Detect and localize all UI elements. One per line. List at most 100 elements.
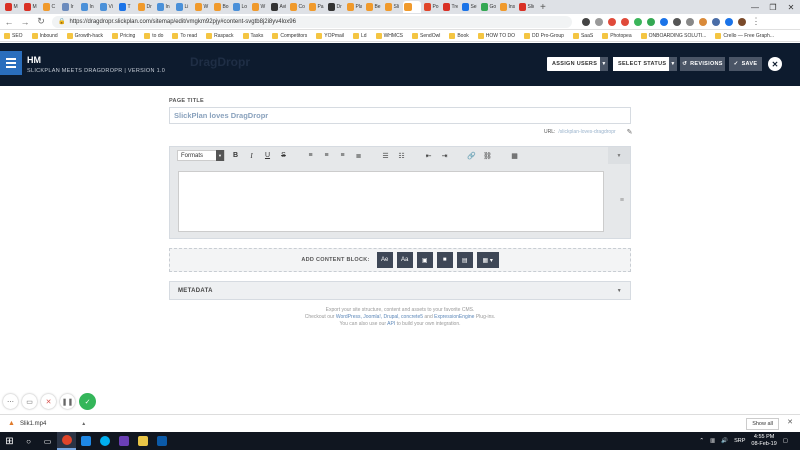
browser-tab[interactable]: Ins [499, 1, 516, 13]
browser-tab[interactable]: M [4, 1, 21, 13]
browser-tab[interactable]: Sli [384, 1, 401, 13]
camera-extension-icon[interactable] [582, 17, 590, 26]
bookmark-item[interactable]: ONBOARDING SOLUTI... [640, 32, 706, 39]
browser-tab[interactable]: Slic [518, 1, 535, 13]
taskbar-skype-icon[interactable] [95, 432, 114, 450]
bookmark-item[interactable]: Competitors [272, 32, 307, 39]
volume-icon[interactable]: 🔊 [721, 438, 728, 444]
bookmark-item[interactable]: Tasks [242, 32, 263, 39]
close-icon[interactable]: ✕ [787, 418, 793, 426]
extension-icon[interactable] [673, 17, 681, 26]
taskbar-app-icon[interactable] [114, 432, 133, 450]
browser-tab[interactable]: Dr [327, 1, 344, 13]
browser-tab[interactable]: W [194, 1, 211, 13]
browser-tab[interactable] [403, 1, 421, 13]
browser-tab[interactable]: T [118, 1, 135, 13]
finish-recording-icon[interactable]: ✓ [79, 393, 96, 410]
bookmark-item[interactable]: Raspack [206, 32, 234, 39]
text-block-icon[interactable]: Ae [376, 252, 393, 268]
bookmark-item[interactable]: Pricing [111, 32, 135, 39]
browser-tab[interactable]: Lo [232, 1, 249, 13]
download-file-name[interactable]: Slik1.mp4 [20, 421, 46, 427]
edit-url-icon[interactable]: ✎ [627, 128, 633, 136]
windows-start-icon[interactable]: ⊞ [0, 432, 19, 450]
file-block-icon[interactable]: ▤ [456, 252, 473, 268]
strikethrough-icon[interactable]: S [278, 152, 289, 159]
align-right-icon[interactable]: ≡ [337, 152, 348, 159]
collapse-toolbar-button[interactable]: ▼ [608, 147, 630, 164]
browser-tab[interactable]: Dr [137, 1, 154, 13]
taskbar-app-icon[interactable] [76, 432, 95, 450]
show-all-button[interactable]: Show all [746, 418, 779, 430]
chevron-up-icon[interactable]: ▲ [81, 421, 86, 427]
browser-tab[interactable]: Li [175, 1, 192, 13]
extension-icon[interactable] [621, 17, 629, 26]
bookmark-item[interactable]: SaaS [572, 32, 593, 39]
taskbar-photos-icon[interactable] [152, 432, 171, 450]
formats-dropdown[interactable]: Formats ▼ [177, 150, 225, 161]
page-title-input[interactable]: SlickPlan loves DragDropr [169, 107, 631, 124]
drag-handle-icon[interactable]: ≡ [620, 197, 624, 204]
bookmark-item[interactable]: to do [144, 32, 163, 39]
taskbar-app-icon[interactable] [133, 432, 152, 450]
task-view-icon[interactable]: ▭ [38, 432, 57, 450]
bookmark-item[interactable]: Crello — Free Graph... [715, 32, 774, 39]
url-value[interactable]: /slickplan-loves-dragdropr [558, 129, 615, 135]
video-block-icon[interactable]: ■ [436, 252, 453, 268]
close-editor-button[interactable]: ✕ [768, 57, 782, 71]
extension-icon[interactable] [647, 17, 655, 26]
star-icon[interactable] [595, 17, 603, 26]
indent-icon[interactable]: ⇥ [439, 152, 450, 160]
browser-tab[interactable]: Avi [270, 1, 287, 13]
editor-body[interactable] [178, 171, 604, 232]
clock[interactable]: 4:55 PM 08-Feb-19 [751, 434, 776, 448]
language-indicator[interactable]: SRP [734, 438, 745, 444]
extension-icon[interactable] [608, 17, 616, 26]
menu-icon[interactable]: ⋮ [751, 16, 761, 27]
browser-tab[interactable]: Sel [461, 1, 478, 13]
back-icon[interactable]: ← [4, 17, 14, 27]
browser-tab[interactable]: M [23, 1, 40, 13]
reload-icon[interactable]: ↻ [36, 16, 46, 27]
chevron-up-icon[interactable]: ⌃ [699, 438, 704, 444]
underline-icon[interactable]: U [262, 152, 273, 159]
numbered-list-icon[interactable]: ☷ [396, 152, 407, 160]
extension-icon[interactable] [634, 17, 642, 26]
revisions-button[interactable]: ↺ REVISIONS [680, 57, 725, 71]
extension-icon[interactable] [686, 17, 694, 26]
align-center-icon[interactable]: ≡ [321, 152, 332, 159]
unlink-icon[interactable]: ⛓ [482, 152, 493, 160]
menu-button[interactable] [0, 51, 22, 75]
browser-tab[interactable]: Be [365, 1, 382, 13]
bookmark-item[interactable]: Book [449, 32, 469, 39]
bookmark-item[interactable]: YOPmail [316, 32, 344, 39]
align-left-icon[interactable]: ≡ [305, 152, 316, 159]
metadata-section[interactable]: METADATA ▼ [169, 281, 631, 300]
browser-tab[interactable]: Vi [99, 1, 116, 13]
browser-tab[interactable]: W [251, 1, 268, 13]
api-link[interactable]: API [387, 321, 395, 327]
browser-tab[interactable]: In [156, 1, 173, 13]
table-icon[interactable]: ▦ [509, 152, 520, 160]
bookmark-item[interactable]: WHMCS [375, 32, 403, 39]
more-icon[interactable]: ⋯ [3, 394, 18, 409]
notifications-icon[interactable]: ▢ [783, 438, 788, 444]
align-justify-icon[interactable]: ≣ [353, 152, 364, 160]
outdent-icon[interactable]: ⇤ [423, 152, 434, 160]
extension-icon[interactable] [699, 17, 707, 26]
pause-icon[interactable]: ❚❚ [60, 394, 75, 409]
new-tab-button[interactable]: + [540, 2, 546, 13]
table-block-icon[interactable]: ▦ ▾ [476, 252, 499, 268]
browser-tab[interactable]: Bo [213, 1, 230, 13]
select-status-dropdown[interactable]: SELECT STATUS ▼ [613, 57, 677, 71]
bullet-list-icon[interactable]: ☰ [380, 152, 391, 160]
camera-icon[interactable]: ▭ [22, 394, 37, 409]
browser-tab[interactable]: Go [480, 1, 497, 13]
browser-tab[interactable]: Po [423, 1, 440, 13]
extension-icon[interactable] [725, 17, 733, 26]
italic-icon[interactable]: I [246, 152, 257, 160]
extension-icon[interactable] [660, 17, 668, 26]
browser-tab[interactable]: In [80, 1, 97, 13]
bookmark-item[interactable]: SEO [4, 32, 23, 39]
maximize-button[interactable]: ❐ [764, 0, 782, 14]
